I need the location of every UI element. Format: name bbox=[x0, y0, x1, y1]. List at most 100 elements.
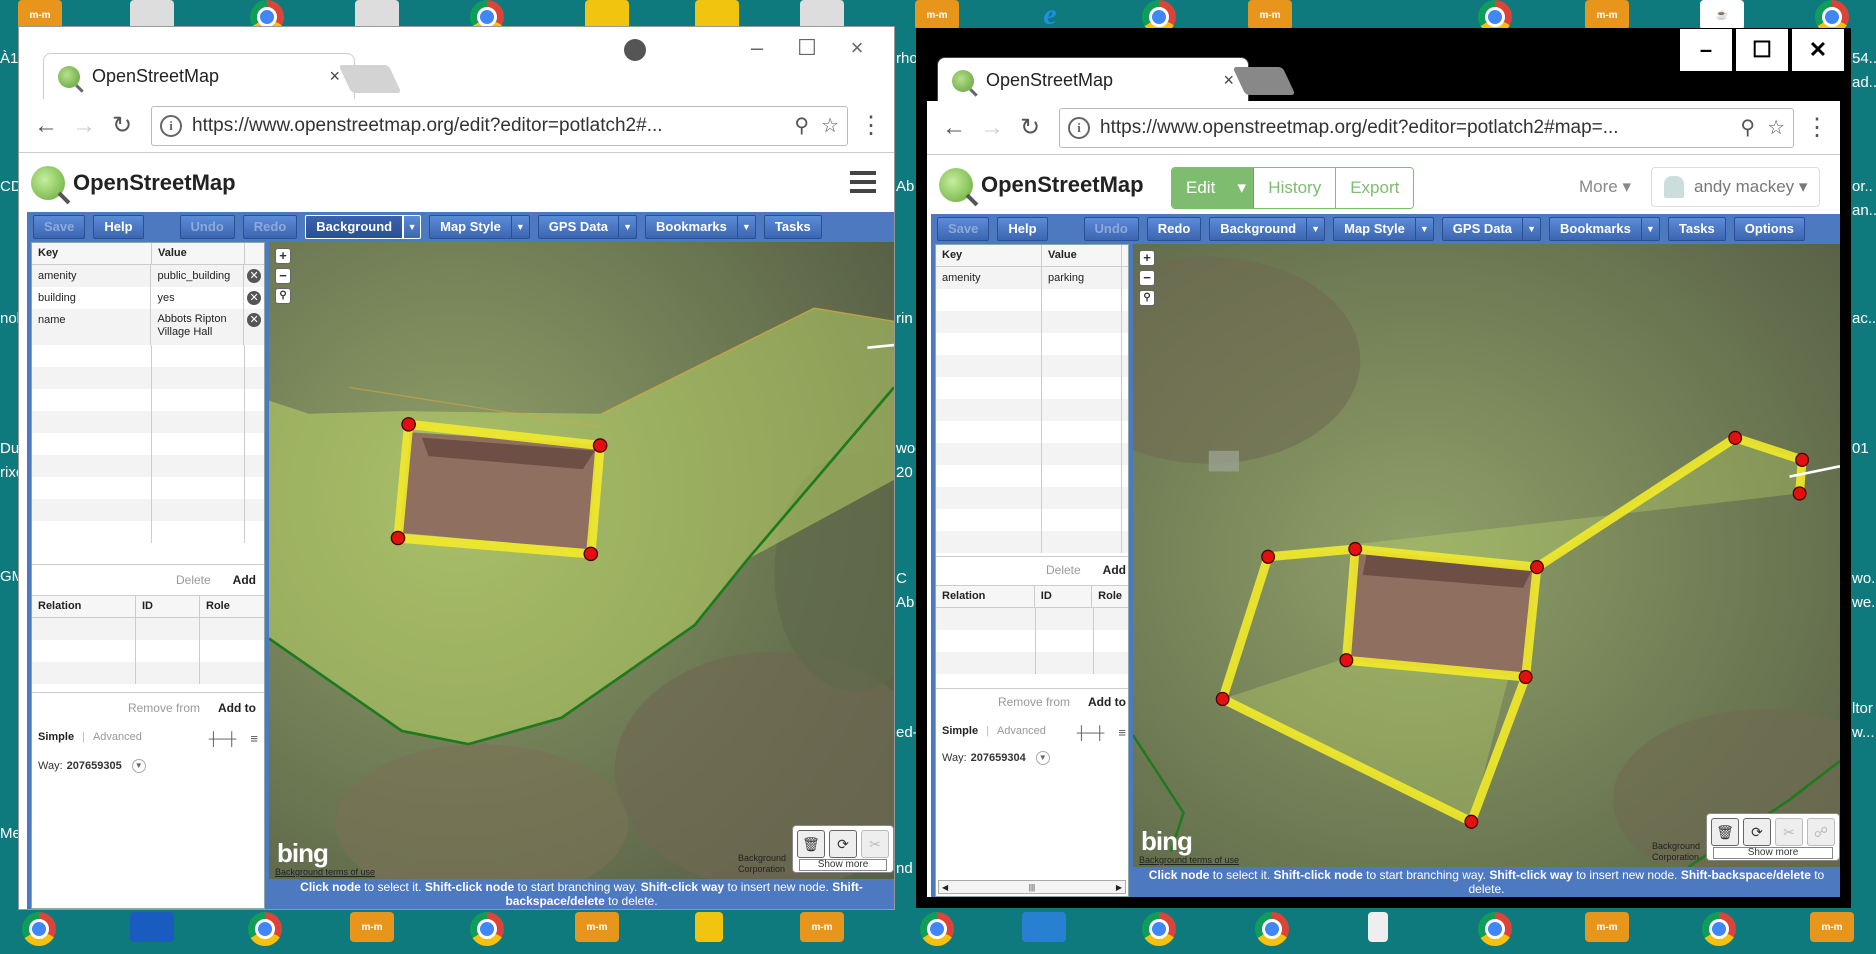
table-row[interactable] bbox=[32, 640, 264, 662]
map-style-button[interactable]: Map Style bbox=[1333, 217, 1416, 241]
maps-app-icon[interactable]: m-m bbox=[1810, 912, 1854, 942]
osm-logo-icon[interactable] bbox=[939, 167, 973, 202]
bookmarks-button[interactable]: Bookmarks bbox=[1549, 217, 1642, 241]
tasks-button[interactable]: Tasks bbox=[1667, 217, 1726, 241]
close-button[interactable]: ✕ bbox=[1792, 29, 1844, 71]
minimize-button[interactable]: – bbox=[732, 35, 782, 61]
table-row[interactable] bbox=[936, 487, 1128, 509]
maps-app-icon[interactable]: m-m bbox=[915, 0, 959, 30]
folder-icon[interactable] bbox=[695, 912, 723, 942]
bookmarks-dropdown[interactable]: Bookmarks ▼ bbox=[645, 215, 756, 239]
tag-value[interactable]: Abbots Ripton Village Hall bbox=[151, 309, 245, 345]
delete-tag-button[interactable]: Delete bbox=[176, 573, 211, 587]
back-icon[interactable]: ← bbox=[935, 114, 973, 142]
map-style-dropdown[interactable]: Map Style ▼ bbox=[429, 215, 530, 239]
search-icon[interactable]: ⚲ bbox=[1139, 290, 1155, 306]
background-button[interactable]: Background bbox=[305, 215, 404, 239]
desktop-app-icon[interactable] bbox=[130, 912, 174, 942]
scroll-right-icon[interactable]: ▶ bbox=[1116, 883, 1122, 892]
zoom-icon[interactable]: ⚲ bbox=[794, 113, 809, 138]
bookmark-star-icon[interactable]: ☆ bbox=[1767, 115, 1785, 140]
table-row[interactable] bbox=[32, 433, 264, 455]
table-row[interactable] bbox=[936, 421, 1128, 443]
tab-close-icon[interactable]: × bbox=[1223, 70, 1234, 91]
reload-icon[interactable]: ↻ bbox=[103, 111, 141, 140]
background-dropdown[interactable]: Background ▼ bbox=[1209, 217, 1326, 241]
delete-tag-icon[interactable]: ✕ bbox=[247, 313, 262, 327]
show-more-button[interactable]: Show more bbox=[799, 859, 887, 871]
zoom-out-icon[interactable]: − bbox=[1139, 270, 1155, 286]
forward-icon[interactable]: → bbox=[65, 112, 103, 140]
scroll-thumb[interactable]: ||| bbox=[1029, 883, 1035, 892]
background-dropdown[interactable]: Background ▼ bbox=[305, 215, 422, 239]
add-to-relation-button[interactable]: Add to bbox=[1088, 695, 1126, 709]
map-canvas[interactable]: + − ⚲ bing Background terms of use Backg… bbox=[269, 242, 894, 879]
road-style-icon[interactable]: ┼─┼ bbox=[209, 731, 237, 746]
maps-app-icon[interactable]: m-m bbox=[575, 912, 619, 942]
zoom-in-icon[interactable]: + bbox=[275, 248, 291, 264]
chrome-icon[interactable] bbox=[1702, 912, 1736, 946]
tab-simple[interactable]: Simple bbox=[942, 725, 978, 737]
relation-column-header[interactable]: Relation bbox=[936, 586, 1035, 607]
tag-key[interactable]: building bbox=[32, 287, 152, 309]
bookmarks-button[interactable]: Bookmarks bbox=[645, 215, 738, 239]
table-row[interactable]: amenity public_building ✕ bbox=[32, 265, 264, 287]
table-row[interactable] bbox=[32, 345, 264, 367]
save-button[interactable]: Save bbox=[937, 217, 990, 241]
maps-app-icon[interactable]: m-m bbox=[800, 912, 844, 942]
table-row[interactable] bbox=[936, 608, 1128, 630]
undo-button[interactable]: Undo bbox=[1083, 217, 1139, 241]
table-row[interactable]: amenity parking bbox=[936, 267, 1128, 289]
redo-button[interactable]: Redo bbox=[1146, 217, 1202, 241]
chevron-down-icon[interactable]: ▼ bbox=[403, 215, 422, 239]
table-row[interactable] bbox=[936, 355, 1128, 377]
help-button[interactable]: Help bbox=[93, 215, 144, 239]
value-column-header[interactable]: Value bbox=[152, 243, 245, 264]
add-to-relation-button[interactable]: Add to bbox=[218, 701, 256, 715]
site-title[interactable]: OpenStreetMap bbox=[73, 170, 236, 196]
chevron-down-icon[interactable]: ▼ bbox=[1307, 217, 1326, 241]
maps-app-icon[interactable]: m-m bbox=[350, 912, 394, 942]
chrome-icon[interactable] bbox=[920, 912, 954, 946]
java-icon[interactable]: ☕ bbox=[1700, 0, 1744, 30]
tag-key[interactable]: amenity bbox=[32, 265, 152, 287]
id-column-header[interactable]: ID bbox=[1035, 586, 1093, 607]
history-button[interactable]: History bbox=[1254, 168, 1337, 208]
table-row[interactable] bbox=[936, 377, 1128, 399]
table-row[interactable] bbox=[32, 618, 264, 640]
user-menu[interactable]: andy mackey ▾ bbox=[1651, 167, 1821, 207]
scissors-icon[interactable]: ✂ bbox=[861, 830, 889, 858]
browser-menu-icon[interactable]: ⋮ bbox=[856, 111, 886, 140]
info-icon[interactable]: i bbox=[160, 114, 182, 137]
bookmark-star-icon[interactable]: ☆ bbox=[821, 113, 839, 138]
osm-logo-icon[interactable] bbox=[31, 165, 65, 200]
chevron-down-icon[interactable]: ▼ bbox=[1415, 217, 1434, 241]
maps-app-icon[interactable]: m-m bbox=[1585, 912, 1629, 942]
options-button[interactable]: Options bbox=[1733, 217, 1805, 241]
delete-tag-button[interactable]: Delete bbox=[1046, 563, 1081, 577]
gps-data-dropdown[interactable]: GPS Data ▼ bbox=[1441, 217, 1542, 241]
help-button[interactable]: Help bbox=[997, 217, 1048, 241]
more-menu[interactable]: More ▾ bbox=[1579, 177, 1631, 197]
key-column-header[interactable]: Key bbox=[32, 243, 152, 264]
chrome-icon[interactable] bbox=[22, 912, 56, 946]
table-row[interactable] bbox=[32, 477, 264, 499]
tag-key[interactable]: amenity bbox=[936, 267, 1042, 289]
undo-button[interactable]: Undo bbox=[179, 215, 235, 239]
maximize-button[interactable]: ☐ bbox=[782, 35, 832, 61]
table-row[interactable]: name Abbots Ripton Village Hall ✕ bbox=[32, 309, 264, 345]
table-row[interactable] bbox=[936, 311, 1128, 333]
scroll-left-icon[interactable]: ◀ bbox=[942, 883, 948, 892]
table-row[interactable] bbox=[32, 499, 264, 521]
profile-icon[interactable] bbox=[624, 39, 646, 61]
bookmarks-dropdown[interactable]: Bookmarks ▼ bbox=[1549, 217, 1660, 241]
chrome-icon[interactable] bbox=[1255, 912, 1289, 946]
tag-value[interactable]: yes bbox=[151, 287, 245, 309]
browser-tab[interactable]: OpenStreetMap × bbox=[937, 57, 1249, 103]
url-input[interactable]: i https://www.openstreetmap.org/edit?edi… bbox=[1059, 107, 1794, 148]
table-row[interactable] bbox=[936, 333, 1128, 355]
maximize-button[interactable]: ☐ bbox=[1736, 29, 1788, 71]
chevron-down-icon[interactable]: ▼ bbox=[737, 215, 756, 239]
chrome-icon[interactable] bbox=[1478, 912, 1512, 946]
zoom-icon[interactable]: ⚲ bbox=[1740, 115, 1755, 140]
